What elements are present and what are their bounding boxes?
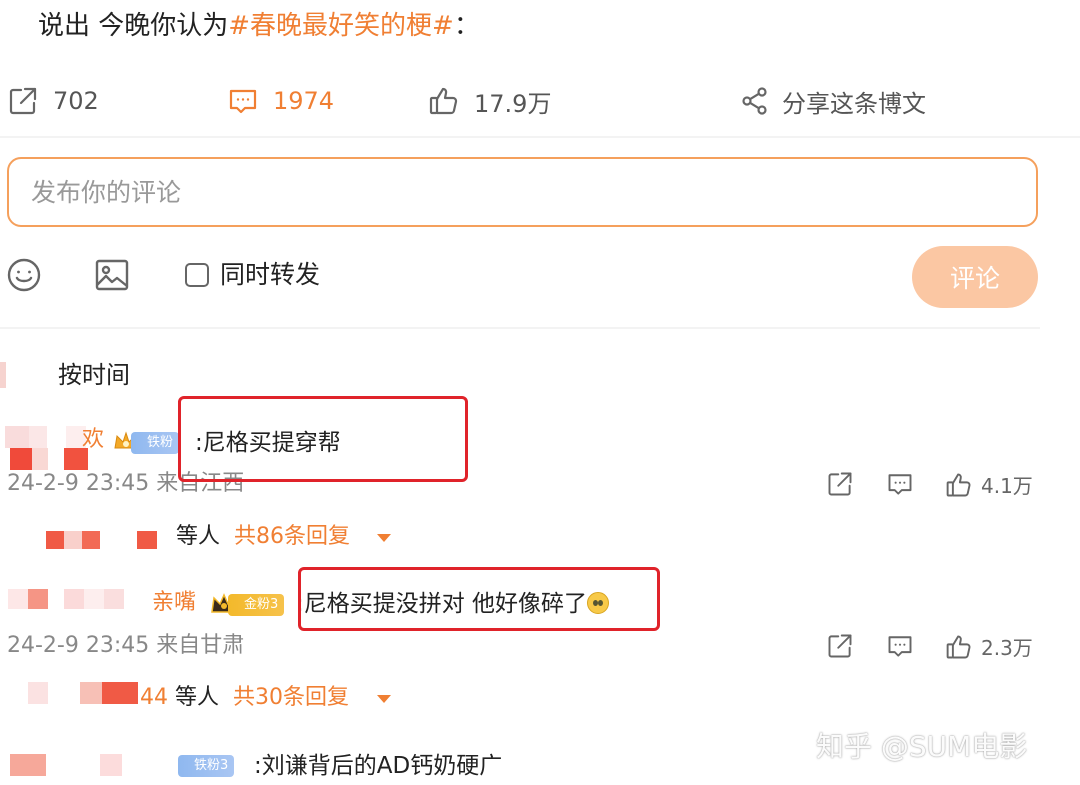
reply-count: 共86条回复 [234,524,351,549]
comment-like-count: 2.3万 [981,636,1033,660]
comment-count: 1974 [273,87,335,115]
watermark: 知乎 @SUM电影 [816,730,1028,763]
sort-by-time-tab[interactable]: 按时间 [58,358,130,392]
divider [0,327,1040,329]
reply-avatars-pixelated [20,680,150,710]
comment-icon [229,89,257,114]
comment-like-count: 4.1万 [981,474,1033,498]
repost-button[interactable]: 702 [7,84,99,118]
highlight-box [298,567,660,631]
comment-username[interactable]: 欢 [82,425,104,455]
thumbs-up-icon [946,635,971,658]
like-button[interactable]: 17.9万 [428,84,551,118]
emoji-icon[interactable] [6,257,42,293]
image-icon[interactable] [94,257,130,293]
repost-icon[interactable] [826,632,854,660]
post-text-suffix: ： [453,11,480,41]
reply-summary[interactable]: 44 等人 共30条回复 [140,683,349,713]
repost-icon [9,87,37,115]
comment-icon[interactable] [886,632,914,660]
fan-badge: 铁粉 [131,432,180,454]
reply-avatars-pixelated [40,528,170,552]
thumbs-up-icon [946,473,971,496]
comment-input[interactable] [7,157,1038,227]
topic-link[interactable]: #春晚最好笑的梗# [228,11,454,41]
reply-prefix: 等人 [175,685,220,710]
repost-icon[interactable] [826,470,854,498]
repost-checkbox[interactable] [185,263,209,287]
avatar-pixelated[interactable] [0,752,140,778]
submit-comment-button[interactable]: 评论 [912,246,1038,308]
post-text: 说出 今晚你认为#春晚最好笑的梗#： [38,8,480,44]
comment-text: :刘谦背后的AD钙奶硬广 [254,753,503,779]
comment-like-button[interactable]: 2.3万 [945,632,1033,661]
reply-prefix: 等人 [176,524,221,549]
repost-count: 702 [53,87,99,115]
expand-caret-icon[interactable] [377,534,391,542]
reply-count: 共30条回复 [233,685,350,710]
reply-user-suffix: 44 [140,685,168,710]
sort-indicator [0,362,6,388]
thumbs-up-icon [429,87,458,115]
comment-username[interactable]: 亲嘴 [152,588,196,618]
reply-summary[interactable]: 等人 共86条回复 [176,522,350,552]
comment-icon[interactable] [886,470,914,498]
avatar-pixelated[interactable] [0,585,150,615]
divider [0,136,1080,138]
fan-badge: 金粉3 [228,594,285,616]
expand-caret-icon[interactable] [377,695,391,703]
highlight-box [178,396,468,482]
post-text-prefix: 说出 今晚你认为 [38,11,229,41]
like-count: 17.9万 [474,89,552,118]
fan-badge: 铁粉3 [178,755,235,777]
share-button[interactable]: 分享这条博文 [740,84,926,118]
comment-like-button[interactable]: 4.1万 [945,470,1033,499]
share-label: 分享这条博文 [782,89,926,118]
share-icon [742,87,767,115]
comment-button[interactable]: 1974 [227,84,334,118]
comment-meta: 24-2-9 23:45 来自甘肃 [7,633,245,658]
repost-label: 同时转发 [220,260,321,289]
